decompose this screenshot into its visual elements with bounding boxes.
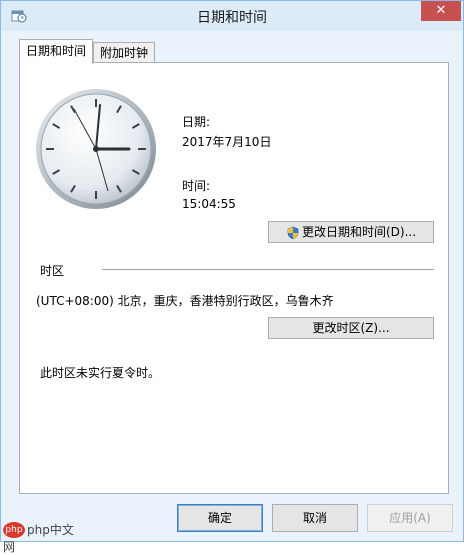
time-label: 时间: (182, 179, 211, 193)
date-label: 日期: (182, 115, 211, 129)
change-date-time-button[interactable]: 更改日期和时间(D)... (268, 221, 434, 243)
tab-additional-clocks[interactable]: 附加时钟 (93, 42, 155, 64)
title-bar[interactable]: 日期和时间 ✕ (1, 1, 463, 31)
close-button[interactable]: ✕ (421, 1, 461, 21)
uac-shield-icon (287, 226, 299, 239)
php-watermark: php php中文网 (3, 521, 74, 554)
dst-note: 此时区未实行夏令时。 (40, 366, 161, 380)
date-value: 2017年7月10日 (182, 135, 272, 149)
window: 日期和时间 ✕ 日期和时间 附加时钟 日期: 2017年7月10日 时间: 15… (0, 0, 464, 554)
close-icon: ✕ (435, 3, 447, 18)
timezone-value: (UTC+08:00) 北京，重庆，香港特别行政区，乌鲁木齐 (36, 294, 334, 308)
ok-button[interactable]: 确定 (177, 504, 263, 532)
analog-clock-icon (36, 89, 156, 209)
timezone-section-label: 时区 (40, 264, 65, 278)
time-value: 15:04:55 (182, 197, 236, 211)
cancel-button[interactable]: 取消 (272, 504, 358, 532)
section-divider (102, 269, 434, 270)
window-title: 日期和时间 (197, 10, 267, 26)
apply-button[interactable]: 应用(A) (367, 504, 453, 532)
tab-panel: 日期: 2017年7月10日 时间: 15:04:55 更改日期和时间(D)..… (19, 62, 449, 494)
change-timezone-button[interactable]: 更改时区(Z)... (268, 317, 434, 339)
change-date-time-label: 更改日期和时间(D)... (301, 225, 417, 239)
tab-date-time[interactable]: 日期和时间 (19, 39, 93, 64)
